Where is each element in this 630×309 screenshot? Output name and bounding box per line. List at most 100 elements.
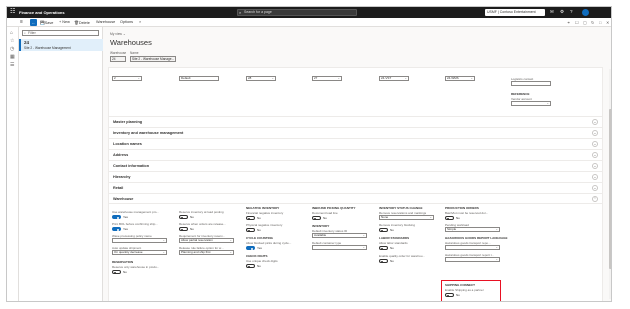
- options-menu[interactable]: Options: [120, 20, 133, 24]
- fasttab-contact-information[interactable]: Contact information ⌄: [109, 160, 602, 171]
- back-button[interactable]: ←: [30, 19, 37, 26]
- bol-toggle[interactable]: [112, 227, 121, 231]
- shipping-partner-toggle[interactable]: [445, 293, 454, 297]
- top-field-4[interactable]: 27 ⌄: [312, 76, 342, 81]
- new-button[interactable]: + New: [59, 20, 70, 24]
- requirement-field[interactable]: Allow partial reservation ⌄: [179, 238, 234, 243]
- hazardous-1-field[interactable]: ⌄: [445, 245, 500, 250]
- global-search-input[interactable]: ⌕ Search for a page: [237, 9, 357, 16]
- reserve-only-label: Reserve only warehouse in produ...: [112, 265, 160, 269]
- details-card: 2 ⌄ Default 28 ⌄ 27 ⌄ 24-VST ⌄ 24-WMS ⌄ Logis…: [108, 67, 603, 301]
- fasttab-address[interactable]: Address ⌄: [109, 149, 602, 160]
- scrollbar-thumb[interactable]: [609, 109, 611, 269]
- favorites-icon[interactable]: ☆: [10, 38, 14, 44]
- fasttab-warehouse[interactable]: Warehouse ⌃: [109, 193, 602, 204]
- top-field-2[interactable]: Default: [179, 76, 219, 81]
- logistics-contact-field[interactable]: [511, 81, 551, 86]
- home-icon[interactable]: ⌂: [10, 30, 13, 36]
- allow-labor-label: Allow labor standards: [379, 241, 408, 245]
- fasttab-retail[interactable]: Retail ⌄: [109, 182, 602, 193]
- list-item[interactable]: 24 Site 2 - Warehouse Management: [19, 39, 103, 51]
- bol-label: Print BOL before confirming ship...: [112, 222, 158, 226]
- fasttab-location-names[interactable]: Location names ⌄: [109, 138, 602, 149]
- remove-blocking-label: Remove inventory blocking: [379, 223, 416, 227]
- batch-reserved-value: No: [456, 216, 460, 220]
- top-field-1[interactable]: 2 ⌄: [112, 76, 142, 81]
- scrollbar[interactable]: [609, 69, 611, 299]
- app-title: Finance and Operations: [19, 10, 65, 15]
- physical-negative-value: No: [257, 228, 261, 232]
- reserve-only-toggle[interactable]: [112, 270, 121, 274]
- reference-heading: REFERENCE: [511, 92, 530, 96]
- details-pane: My view ⌄ Warehouses Warehouse 24 Name S…: [103, 27, 611, 301]
- inventory-heading: INVENTORY: [312, 224, 330, 228]
- document-load-label: Document load line: [312, 211, 338, 215]
- physical-negative-toggle[interactable]: [246, 228, 255, 232]
- negative-inventory-heading: NEGATIVE INVENTORY: [246, 206, 280, 210]
- auto-update-field[interactable]: On quantity decrease ⌄: [112, 250, 167, 255]
- fasttab-inventory-warehouse-management[interactable]: Inventory and warehouse management ⌄: [109, 127, 602, 138]
- wave-policy-field[interactable]: ⌄: [112, 238, 167, 243]
- app-window: ☷ Finance and Operations ⌕ Search for a …: [6, 6, 612, 302]
- quality-order-toggle[interactable]: [379, 259, 388, 263]
- search-icon[interactable]: ⌕: [139, 20, 141, 24]
- delete-button[interactable]: 🗑Delete: [74, 20, 90, 25]
- financial-negative-value: No: [257, 216, 261, 220]
- list-item-name: Site 2 - Warehouse Management: [24, 46, 71, 50]
- fasttab-master-planning[interactable]: Master planning ⌄: [109, 116, 602, 127]
- name-field[interactable]: Site 2 - Warehouse Manage...: [130, 56, 176, 62]
- app-launcher-icon[interactable]: ☷: [10, 9, 17, 16]
- link-icon[interactable]: ⚭: [567, 20, 570, 25]
- check-digits-heading: CHECK DIGITS: [246, 254, 268, 258]
- save-button[interactable]: 💾Save: [40, 20, 53, 25]
- open-new-window-icon[interactable]: □: [599, 20, 601, 25]
- fasttab-hierarchy[interactable]: Hierarchy ⌄: [109, 171, 602, 182]
- shipping-partner-value: No: [456, 293, 460, 297]
- filter-input[interactable]: ⌕ Filter: [22, 30, 99, 36]
- gear-icon[interactable]: ⚙: [560, 9, 564, 15]
- company-selector[interactable]: USMF | Contoso Entertainment Syste...: [485, 9, 545, 21]
- warehouse-menu[interactable]: Warehouse: [96, 20, 115, 24]
- avatar[interactable]: [582, 9, 589, 16]
- reserve-when-toggle[interactable]: [179, 227, 188, 231]
- refresh-icon[interactable]: ↻: [591, 20, 594, 25]
- attach-icon[interactable]: ☐: [575, 20, 579, 25]
- bol-value: Yes: [123, 227, 128, 231]
- container-type-field[interactable]: ⌄: [312, 245, 367, 250]
- document-load-toggle[interactable]: [312, 216, 321, 220]
- view-selector[interactable]: My view ⌄: [110, 32, 126, 36]
- default-status-field[interactable]: Available ⌄: [312, 233, 367, 238]
- warehouse-field[interactable]: 24: [110, 56, 126, 62]
- hamburger-icon[interactable]: ≡: [20, 19, 23, 25]
- release-rule-field[interactable]: Planning and ship first ⌄: [179, 250, 234, 255]
- blocked-picks-toggle[interactable]: [246, 246, 255, 250]
- recent-icon[interactable]: ◷: [10, 46, 14, 52]
- labor-standards-heading: LABOR STANDARDS: [379, 236, 410, 240]
- office-icon[interactable]: ▢: [583, 20, 587, 25]
- workspaces-icon[interactable]: ▦: [10, 54, 15, 60]
- close-icon[interactable]: ✕: [606, 20, 609, 25]
- bell-icon[interactable]: ✉: [550, 9, 554, 15]
- modules-icon[interactable]: ☰: [10, 62, 14, 68]
- top-field-3[interactable]: 28 ⌄: [246, 76, 276, 81]
- hazardous-2-field[interactable]: ⌄: [445, 257, 500, 262]
- check-digits-toggle[interactable]: [246, 264, 255, 268]
- top-field-6[interactable]: 24-WMS ⌄: [445, 76, 475, 81]
- name-label: Name: [130, 51, 139, 55]
- inbound-picking-heading: INBOUND PICKING QUANTITY: [312, 206, 356, 210]
- quality-order-label: Enable quality order for warehou...: [379, 254, 425, 258]
- help-icon[interactable]: ?: [570, 9, 573, 14]
- allow-labor-toggle[interactable]: [379, 246, 388, 250]
- chevron-down-icon: ⌄: [592, 185, 598, 191]
- reserve-only-value: No: [123, 270, 127, 274]
- reserve-inventory-toggle[interactable]: [179, 215, 188, 219]
- remove-reservations-field[interactable]: None ⌄: [379, 215, 434, 220]
- pending-workload-field[interactable]: Simple ⌄: [445, 227, 500, 232]
- remove-blocking-toggle[interactable]: [379, 228, 388, 232]
- vendor-account-field[interactable]: ⌄: [511, 101, 551, 106]
- use-wms-toggle[interactable]: [112, 215, 121, 219]
- top-field-5[interactable]: 24-VST ⌄: [379, 76, 409, 81]
- list-item-code: 24: [24, 40, 30, 45]
- batch-reserved-toggle[interactable]: [445, 216, 454, 220]
- financial-negative-toggle[interactable]: [246, 216, 255, 220]
